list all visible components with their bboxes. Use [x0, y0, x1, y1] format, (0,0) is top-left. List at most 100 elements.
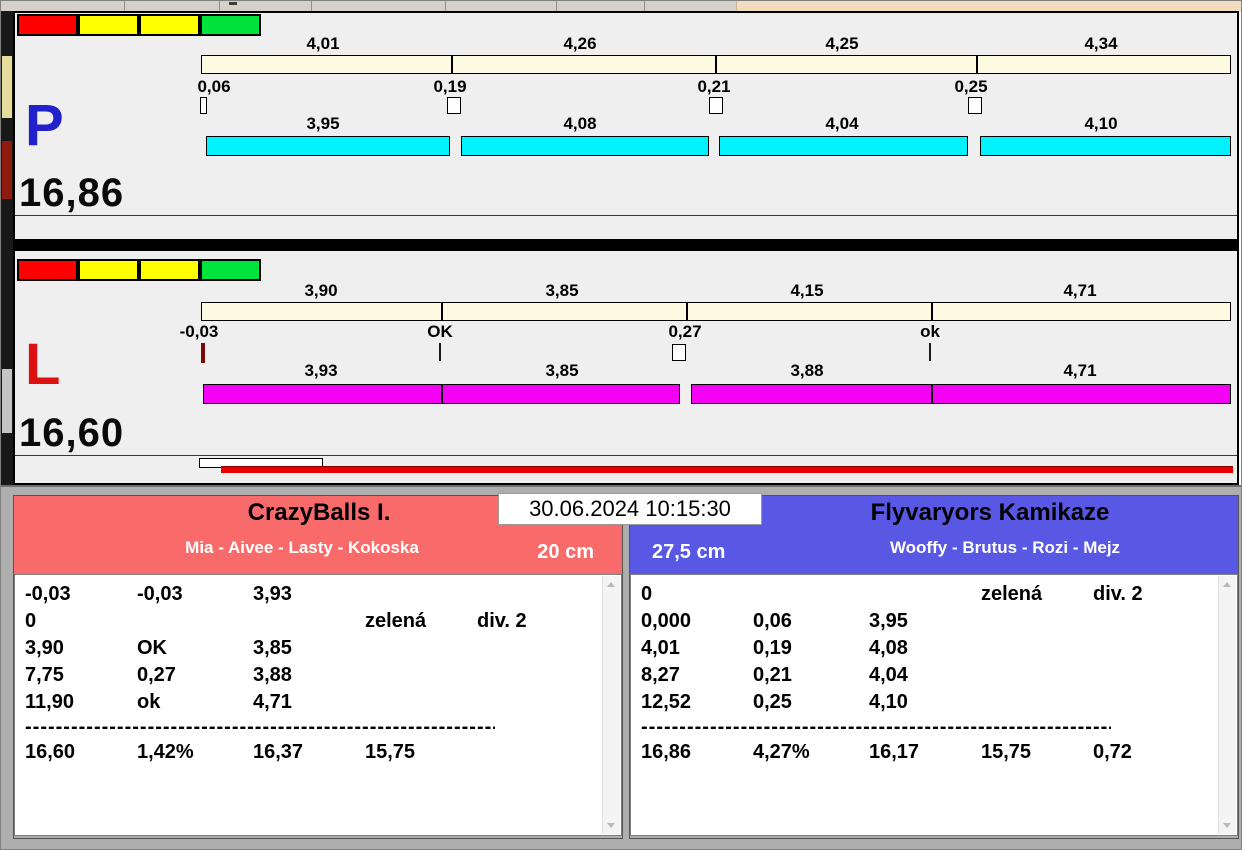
timing-app-window: 4,01 4,26 4,25 4,34 0,06 0,19 0,21 0,25 …: [0, 0, 1242, 850]
data-cell: 0,27: [137, 664, 176, 686]
data-cell: 4,10: [869, 691, 908, 713]
lane-underline: [15, 215, 1237, 216]
data-cell: 3,88: [253, 664, 292, 686]
loss-marker-box: [447, 97, 461, 114]
loss-marker-box: [200, 97, 207, 114]
total-cell: 0,72: [1093, 741, 1132, 763]
scrollbar[interactable]: [1218, 576, 1236, 834]
leg-bar-divider: [441, 385, 443, 403]
data-cell: 7,75: [25, 664, 64, 686]
toolbar-separator: [124, 1, 125, 11]
timestamp-box: 30.06.2024 10:15:30: [498, 493, 762, 525]
team-name: Flyvaryors Kamikaze: [870, 499, 1110, 526]
leg-bar-segment: [461, 136, 709, 156]
jump-height-label: 27,5 cm: [652, 541, 726, 563]
scroll-up-button[interactable]: [603, 576, 620, 593]
light-yellow-icon: [78, 259, 139, 281]
data-cell: zelená: [981, 583, 1043, 605]
background-fragment: [2, 141, 12, 199]
lane-panel-l: 3,90 3,85 4,15 4,71 -0,03 OK 0,27 ok 3,9…: [13, 249, 1239, 485]
total-cell: 16,17: [869, 741, 920, 763]
split-bar-divider: [976, 56, 978, 73]
data-cell: 3,85: [253, 637, 292, 659]
data-row: 3,90 OK 3,85: [25, 637, 597, 663]
total-cell: 15,75: [365, 741, 416, 763]
leg-bar-divider: [931, 385, 933, 403]
leg-time-label: 3,95: [306, 114, 340, 133]
split-time-label: 3,85: [545, 281, 579, 300]
loss-time-label: 0,06: [197, 77, 231, 96]
total-cell: 4,27%: [753, 741, 810, 763]
data-cell: 4,08: [869, 637, 908, 659]
data-cell: 0,06: [753, 610, 792, 632]
split-bar-divider: [451, 56, 453, 73]
data-row: 8,27 0,21 4,04: [641, 664, 1213, 690]
data-cell: 0,000: [641, 610, 692, 632]
leg-time-label: 4,10: [1084, 114, 1118, 133]
loss-marker-box: [968, 97, 982, 114]
split-time-label: 4,26: [563, 34, 597, 53]
scroll-up-button[interactable]: [1219, 576, 1236, 593]
toolbar-separator: [644, 1, 645, 11]
data-cell: 4,01: [641, 637, 680, 659]
lane-divider-bar: [13, 241, 1239, 249]
light-red-icon: [17, 259, 78, 281]
loss-marker-box: [672, 344, 686, 361]
team-lineup: Wooffy - Brutus - Rozi - Mejz: [889, 538, 1121, 557]
scroll-down-button[interactable]: [1219, 817, 1236, 834]
leg-time-label: 4,08: [563, 114, 597, 133]
leg-bar-segment: [719, 136, 968, 156]
split-bar-divider: [715, 56, 717, 73]
total-cell: 16,86: [641, 741, 692, 763]
leg-time-label: 4,04: [825, 114, 859, 133]
data-cell: 3,95: [869, 610, 908, 632]
scroll-down-button[interactable]: [603, 817, 620, 834]
loss-time-label: 0,27: [668, 322, 702, 341]
toolbar-glyph: [229, 2, 237, 5]
data-cell: 3,90: [25, 637, 64, 659]
data-cell: 12,52: [641, 691, 692, 713]
total-cell: 16,37: [253, 741, 304, 763]
data-cell: ok: [137, 691, 161, 713]
background-fragment: [2, 56, 12, 118]
data-cell: 0: [641, 583, 653, 605]
separator-line: ----------------------------------------…: [25, 716, 495, 738]
data-row: 11,90 ok 4,71: [25, 691, 597, 717]
lane-total-time-l: 16,60: [19, 411, 125, 455]
data-row: 12,52 0,25 4,10: [641, 691, 1213, 717]
data-cell: 4,04: [869, 664, 908, 686]
toolbar-separator: [556, 1, 557, 11]
loss-time-label: 0,25: [954, 77, 988, 96]
jump-height-label: 20 cm: [537, 541, 594, 563]
toolbar-separator: [311, 1, 312, 11]
total-cell: 15,75: [981, 741, 1032, 763]
lane-panel-p: 4,01 4,26 4,25 4,34 0,06 0,19 0,21 0,25 …: [13, 11, 1239, 241]
split-time-label: 4,71: [1063, 281, 1097, 300]
light-yellow-icon: [78, 14, 139, 36]
team-panel-right: Flyvaryors Kamikaze Wooffy - Brutus - Ro…: [629, 495, 1239, 839]
data-cell: zelená: [365, 610, 427, 632]
data-cell: -0,03: [25, 583, 71, 605]
light-yellow-icon: [139, 14, 200, 36]
totals-row: 16,86 4,27% 16,17 15,75 0,72: [641, 741, 1213, 767]
scrollbar[interactable]: [602, 576, 620, 834]
lane-total-time-p: 16,86: [19, 171, 125, 215]
loss-time-label: OK: [427, 322, 453, 341]
leg-time-label: 3,93: [304, 361, 338, 380]
data-cell: div. 2: [477, 610, 527, 632]
lane-letter-p: P: [25, 93, 64, 158]
split-bar-divider: [686, 303, 688, 320]
data-cell: 8,27: [641, 664, 680, 686]
total-cell: 1,42%: [137, 741, 194, 763]
team-data-area: -0,03 -0,03 3,93 0 zelená div. 2 3,90 OK: [14, 574, 622, 836]
data-cell: 0,21: [753, 664, 792, 686]
leg-bar-segment: [980, 136, 1231, 156]
data-row: 0 zelená div. 2: [25, 610, 597, 636]
lane-letter-l: L: [25, 332, 61, 397]
split-bar-p: [201, 55, 1231, 74]
data-row: 4,01 0,19 4,08: [641, 637, 1213, 663]
leg-bar-segment: [203, 384, 680, 404]
team-panel-left: CrazyBalls I. Mia - Aivee - Lasty - Koko…: [13, 495, 623, 839]
toolbar-separator: [445, 1, 446, 11]
leg-time-label: 4,71: [1063, 361, 1097, 380]
